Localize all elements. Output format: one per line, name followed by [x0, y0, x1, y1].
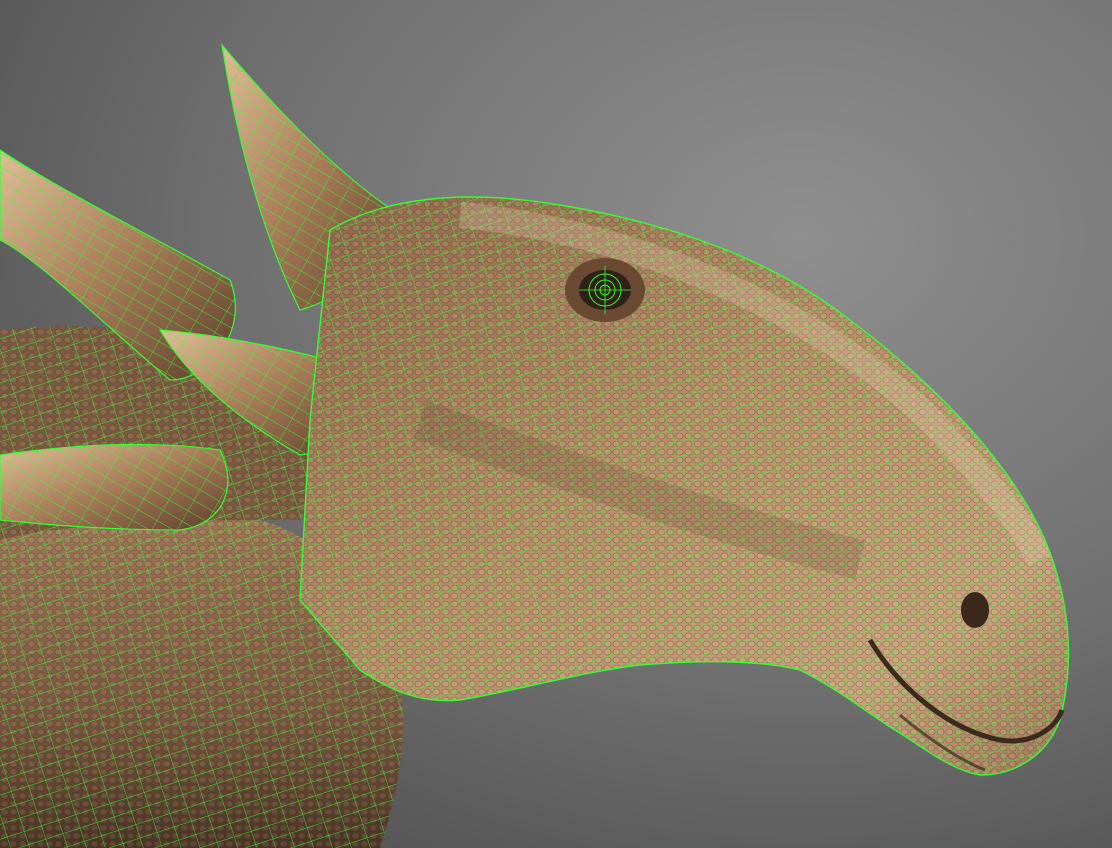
eye	[565, 258, 645, 322]
horn-lower	[0, 443, 229, 531]
render-viewport	[0, 0, 1112, 848]
nostril	[961, 592, 989, 628]
